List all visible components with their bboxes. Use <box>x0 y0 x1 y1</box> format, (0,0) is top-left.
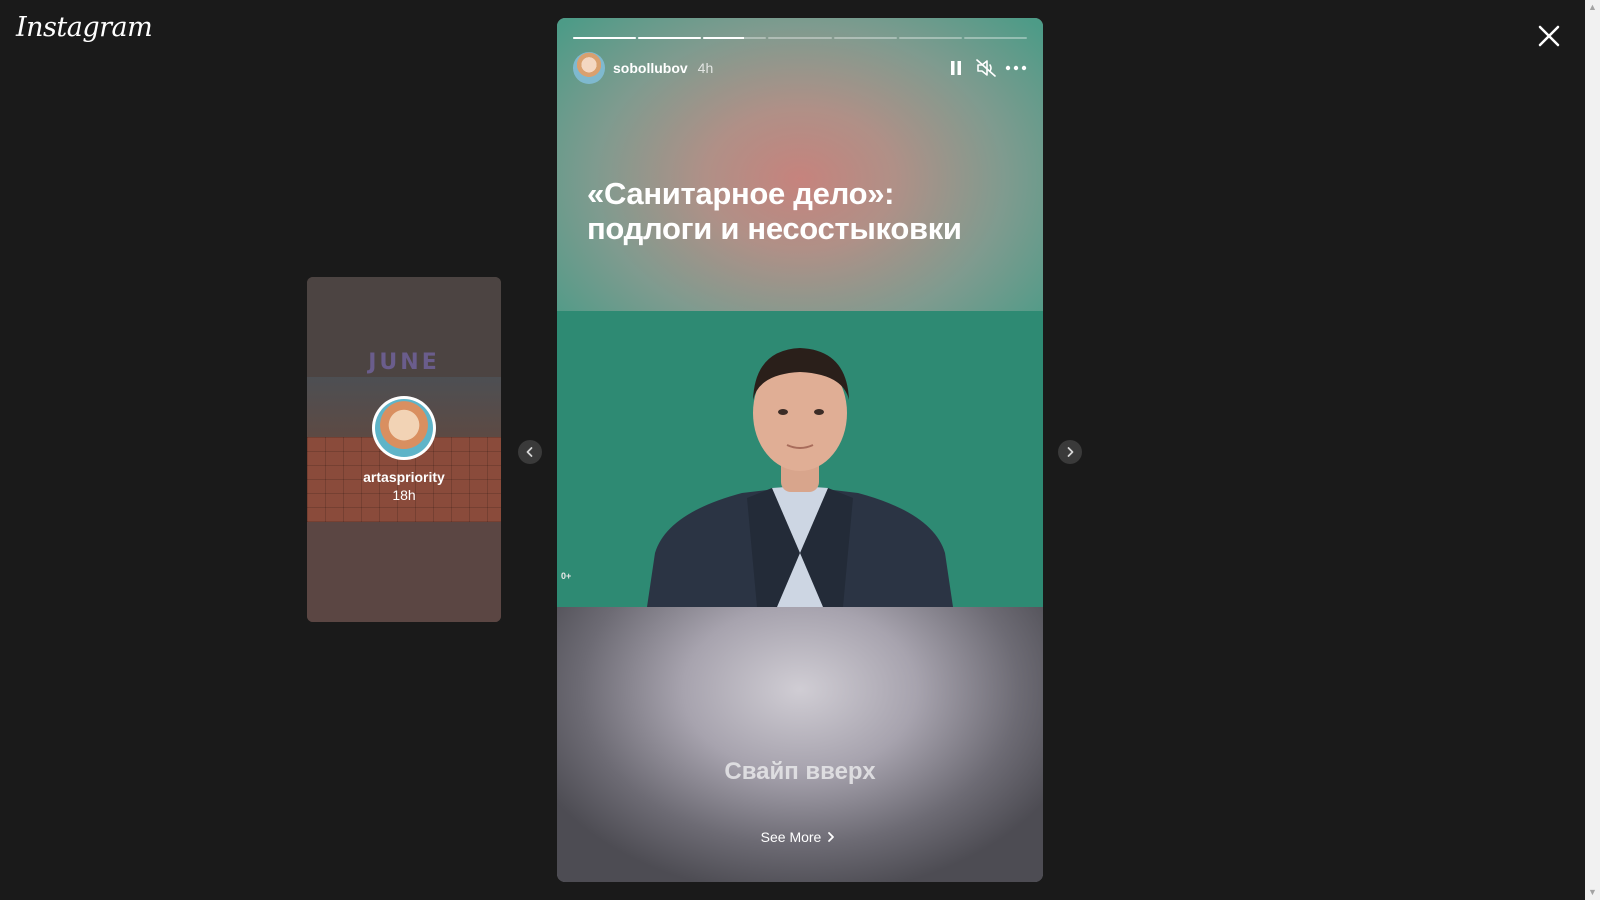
previous-story-card[interactable]: JUNE artaspriority 18h <box>307 277 501 622</box>
story-avatar[interactable] <box>573 52 605 84</box>
chevron-right-small-icon <box>828 832 835 842</box>
more-options-button[interactable] <box>1005 57 1027 79</box>
preview-bottom-band <box>307 522 501 622</box>
page-scrollbar[interactable]: ▲ ▼ <box>1585 0 1600 900</box>
story-viewer[interactable]: 0+ «Санитарное дело»: подлоги и несостык… <box>557 18 1043 882</box>
next-story-button[interactable] <box>1058 440 1082 464</box>
june-sticker: JUNE <box>368 350 440 375</box>
presenter-image <box>647 348 953 607</box>
preview-time: 18h <box>392 487 416 503</box>
mute-button[interactable] <box>975 57 997 79</box>
progress-segment <box>833 37 897 39</box>
progress-segment <box>573 37 637 39</box>
preview-avatar-image <box>375 399 433 457</box>
more-icon <box>1005 65 1027 71</box>
pause-icon <box>951 61 961 75</box>
progress-fill <box>638 37 702 39</box>
story-headline: «Санитарное дело»: подлоги и несостыковк… <box>587 176 962 246</box>
story-username[interactable]: sobollubov <box>613 60 688 76</box>
instagram-logo[interactable]: Instagram <box>16 12 153 43</box>
age-rating-label: 0+ <box>561 571 572 581</box>
scroll-down-icon[interactable]: ▼ <box>1585 885 1600 900</box>
progress-segment <box>898 37 962 39</box>
story-progress-bar <box>573 37 1027 39</box>
chevron-right-icon <box>1067 447 1074 457</box>
see-more-link[interactable]: See More <box>557 829 1043 845</box>
story-header: sobollubov 4h <box>573 52 1027 84</box>
pause-button[interactable] <box>945 57 967 79</box>
muted-icon <box>976 59 996 77</box>
progress-fill <box>573 37 637 39</box>
previous-story-button[interactable] <box>518 440 542 464</box>
close-icon <box>1538 25 1560 47</box>
see-more-label: See More <box>760 829 822 845</box>
progress-segment <box>703 37 767 39</box>
progress-fill <box>703 37 745 39</box>
progress-segment <box>638 37 702 39</box>
preview-username: artaspriority <box>363 469 445 485</box>
progress-segment <box>768 37 832 39</box>
swipe-up-text: Свайп вверх <box>724 758 876 785</box>
progress-segment <box>963 37 1027 39</box>
scroll-up-icon[interactable]: ▲ <box>1585 0 1600 15</box>
preview-avatar <box>372 396 436 460</box>
chevron-left-icon <box>526 447 533 457</box>
story-time: 4h <box>697 60 714 76</box>
story-controls <box>945 57 1027 79</box>
close-button[interactable] <box>1535 22 1563 50</box>
